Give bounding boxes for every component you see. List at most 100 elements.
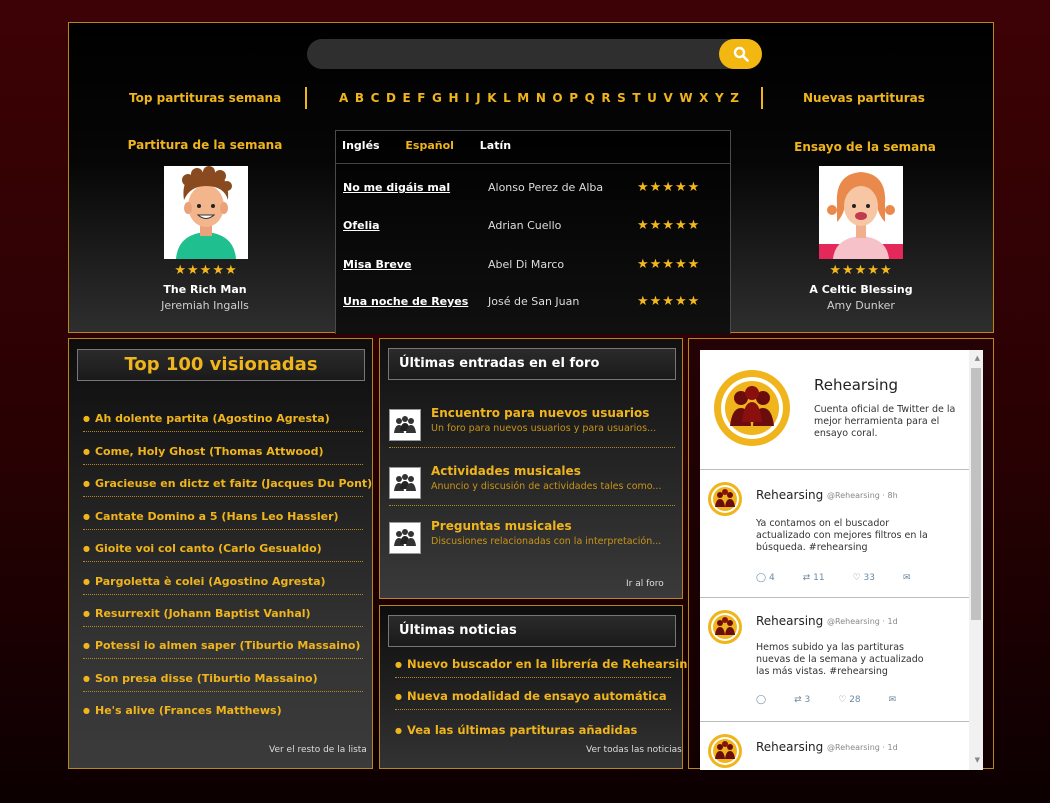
- list-item[interactable]: Ah dolente partita (Agostino Agresta): [83, 412, 363, 432]
- list-item[interactable]: Gioite voi col canto (Carlo Gesualdo): [83, 542, 363, 562]
- tweet-meta: @Rehearsing · 8h: [827, 491, 898, 500]
- forum-item[interactable]: Encuentro para nuevos usuarios Un foro p…: [389, 406, 675, 448]
- tweet-text: Ya contamos on el buscador actualizado c…: [756, 518, 928, 553]
- news-more-link[interactable]: Ver todas las noticias: [586, 745, 682, 755]
- twitter-profile-avatar[interactable]: [714, 370, 790, 446]
- news-item[interactable]: Nuevo buscador en la librería de Rehears…: [395, 657, 696, 678]
- tweet[interactable]: Rehearsing @Rehearsing · 1d Hemos subido…: [700, 597, 969, 720]
- heart-icon: ♡: [852, 573, 861, 583]
- score-composer: José de San Juan: [488, 295, 580, 308]
- score-rating: ★★★★★: [637, 180, 701, 195]
- top100-more-link[interactable]: Ver el resto de la lista: [269, 745, 367, 755]
- like-count: 33: [863, 573, 875, 583]
- rehearsal-of-week-title[interactable]: A Celtic Blessing: [791, 283, 931, 296]
- score-title-link[interactable]: Ofelia: [343, 219, 380, 232]
- forum-item-title[interactable]: Encuentro para nuevos usuarios: [431, 406, 649, 420]
- tweet-author[interactable]: Rehearsing: [756, 488, 823, 502]
- forum-item-title[interactable]: Preguntas musicales: [431, 519, 572, 533]
- group-icon: [389, 409, 421, 441]
- scroll-down-icon[interactable]: ▼: [975, 756, 980, 764]
- forum-item[interactable]: Actividades musicales Anuncio y discusió…: [389, 464, 675, 506]
- list-item[interactable]: Cantate Domino a 5 (Hans Leo Hassler): [83, 510, 363, 530]
- score-of-week-caption[interactable]: The Rich Man Jeremiah Ingalls: [135, 283, 275, 312]
- list-item[interactable]: Potessi io almen saper (Tiburtio Massain…: [83, 639, 363, 659]
- score-composer: Abel Di Marco: [488, 258, 565, 271]
- group-icon: [389, 522, 421, 554]
- score-composer: Alonso Perez de Alba: [488, 181, 604, 194]
- rehearsing-logo-icon: [721, 377, 783, 439]
- scroll-up-icon[interactable]: ▲: [975, 354, 980, 362]
- forum-item-desc: Anuncio y discusión de actividades tales…: [431, 481, 662, 492]
- list-item[interactable]: Son presa disse (Tiburtio Massaino): [83, 672, 363, 692]
- tweet-author[interactable]: Rehearsing: [756, 740, 823, 754]
- tweet[interactable]: Rehearsing @Rehearsing · 8h Ya contamos …: [700, 469, 969, 597]
- share-button[interactable]: ✉: [889, 695, 897, 705]
- score-title-link[interactable]: No me digáis mal: [343, 181, 450, 194]
- score-composer: Adrian Cuello: [488, 219, 562, 232]
- tweet-avatar[interactable]: [708, 610, 742, 644]
- share-button[interactable]: ✉: [903, 573, 911, 583]
- tweet-author[interactable]: Rehearsing: [756, 614, 823, 628]
- score-title-link[interactable]: Misa Breve: [343, 258, 411, 271]
- score-rating: ★★★★★: [637, 218, 701, 233]
- search-input[interactable]: [307, 39, 761, 69]
- forum-item-title[interactable]: Actividades musicales: [431, 464, 581, 478]
- tab-latin[interactable]: Latín: [480, 139, 511, 152]
- tab-espanol[interactable]: Español: [405, 139, 454, 152]
- tweet-avatar[interactable]: [708, 734, 742, 768]
- reply-icon: ◯: [756, 573, 767, 583]
- nav-top-week[interactable]: Top partituras semana: [129, 91, 289, 105]
- twitter-scrollbar[interactable]: ▲ ▼: [969, 350, 983, 770]
- list-item[interactable]: Come, Holy Ghost (Thomas Attwood): [83, 445, 363, 465]
- score-of-week-title[interactable]: The Rich Man: [135, 283, 275, 296]
- tweet[interactable]: Rehearsing @Rehearsing · 1d: [700, 721, 969, 770]
- nav-new-scores[interactable]: Nuevas partituras: [803, 91, 925, 105]
- like-button[interactable]: ♡ 28: [838, 695, 860, 705]
- news-heading: Últimas noticias: [388, 615, 676, 647]
- mail-icon: ✉: [888, 695, 897, 705]
- twitter-timeline[interactable]: Rehearsing Cuenta oficial de Twitter de …: [700, 350, 983, 770]
- list-item[interactable]: Pargoletta è colei (Agostino Agresta): [83, 575, 363, 595]
- rehearsal-of-week-image[interactable]: [819, 166, 903, 259]
- list-item[interactable]: Resurrexit (Johann Baptist Vanhal): [83, 607, 363, 627]
- reply-icon: ◯: [756, 695, 767, 705]
- forum-item-desc: Discusiones relacionadas con la interpre…: [431, 536, 662, 547]
- twitter-profile-name[interactable]: Rehearsing: [814, 376, 898, 394]
- forum-panel: Últimas entradas en el foro Encuentro pa…: [379, 338, 683, 599]
- like-button[interactable]: ♡ 33: [853, 573, 875, 583]
- tweet-avatar[interactable]: [708, 482, 742, 516]
- score-title-link[interactable]: Una noche de Reyes: [343, 295, 468, 308]
- tab-ingles[interactable]: Inglés: [342, 139, 380, 152]
- rehearsing-logo-icon: [711, 613, 739, 641]
- retweet-button[interactable]: ⇄ 11: [803, 573, 825, 583]
- man-avatar-icon: [164, 166, 248, 259]
- list-item[interactable]: Gracieuse en dictz et faitz (Jacques Du …: [83, 477, 372, 497]
- forum-item-desc: Un foro para nuevos usuarios y para usua…: [431, 423, 657, 434]
- retweet-icon: ⇄: [802, 573, 811, 583]
- tweet-actions: ◯ 4 ⇄ 11 ♡ 33 ✉: [756, 573, 911, 583]
- news-item[interactable]: Nueva modalidad de ensayo automática: [395, 689, 671, 710]
- tweet-meta: @Rehearsing · 1d: [827, 743, 898, 752]
- reply-count: 4: [768, 573, 775, 583]
- reply-button[interactable]: ◯ 4: [756, 573, 775, 583]
- score-of-week-image[interactable]: [164, 166, 248, 259]
- scrollbar-thumb[interactable]: [971, 368, 981, 620]
- search-icon: [733, 46, 749, 62]
- retweet-button[interactable]: ⇄ 3: [794, 695, 810, 705]
- nav-divider: [305, 87, 307, 109]
- forum-more-link[interactable]: Ir al foro: [626, 579, 664, 589]
- like-count: 28: [849, 695, 861, 705]
- search-button[interactable]: [719, 39, 762, 69]
- news-item[interactable]: Vea las últimas partituras añadidas: [395, 723, 671, 743]
- alphabet-index[interactable]: A B C D E F G H I J K L M N O P Q R S T …: [339, 91, 740, 105]
- scores-table: Inglés Español Latín No me digáis mal Al…: [335, 130, 731, 334]
- reply-button[interactable]: ◯: [756, 695, 766, 705]
- score-row: Una noche de Reyes José de San Juan ★★★★…: [343, 294, 723, 311]
- top100-panel: Top 100 visionadas Ah dolente partita (A…: [68, 338, 373, 769]
- score-rating: ★★★★★: [637, 294, 701, 309]
- rehearsal-of-week-caption[interactable]: A Celtic Blessing Amy Dunker: [791, 283, 931, 312]
- forum-item[interactable]: Preguntas musicales Discusiones relacion…: [389, 519, 675, 561]
- tweet-actions: ◯ ⇄ 3 ♡ 28 ✉: [756, 695, 896, 705]
- rehearsal-of-week-heading: Ensayo de la semana: [794, 140, 936, 154]
- list-item[interactable]: He's alive (Frances Matthews): [83, 704, 363, 723]
